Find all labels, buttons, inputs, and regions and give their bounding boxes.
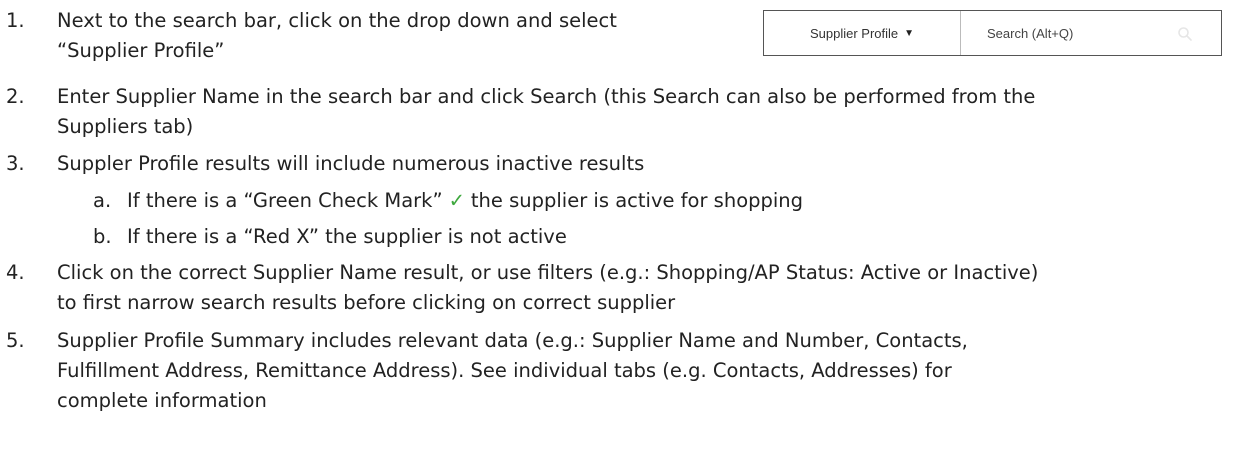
step-number: 5. — [6, 329, 25, 352]
sub-item-label: b. — [93, 225, 112, 248]
step-text-line: Suppler Profile results will include num… — [57, 152, 645, 175]
caret-down-icon: ▼ — [904, 27, 915, 39]
step-number: 4. — [6, 261, 25, 284]
step-text-line: to first narrow search results before cl… — [57, 291, 676, 314]
step-number: 3. — [6, 152, 25, 175]
sub-item-text: If there is a “Red X” the supplier is no… — [127, 225, 567, 248]
search-widget: Supplier Profile ▼ — [763, 10, 1222, 56]
sub-item-label: a. — [93, 189, 112, 212]
search-icon[interactable] — [1177, 26, 1193, 42]
step-number: 1. — [6, 9, 25, 32]
step-number: 2. — [6, 85, 25, 108]
sub-item-text-after: the supplier is active for shopping — [470, 189, 804, 212]
sub-item-text-before: If there is a “Green Check Mark” — [127, 189, 443, 212]
step-text-line: Suppliers tab) — [57, 115, 194, 138]
sub-item-text: If there is a “Green Check Mark” ✓ the sup… — [127, 186, 803, 216]
dropdown-selected-value: Supplier Profile — [809, 25, 899, 41]
step-text-line: Supplier Profile Summary includes releva… — [57, 329, 968, 352]
search-scope-dropdown[interactable]: Supplier Profile ▼ — [764, 11, 961, 55]
search-input[interactable] — [987, 25, 1167, 41]
step-text-line: Fulfillment Address, Remittance Address)… — [57, 359, 952, 382]
step-text-line: Enter Supplier Name in the search bar an… — [57, 85, 1036, 108]
step-text-line: “Supplier Profile” — [57, 39, 225, 62]
step-text-line: complete information — [57, 389, 267, 412]
step-text-line: Next to the search bar, click on the dro… — [57, 9, 617, 32]
search-box — [961, 11, 1221, 55]
step-text-line: Click on the correct Supplier Name resul… — [57, 261, 1039, 284]
check-mark-icon: ✓ — [448, 189, 465, 212]
